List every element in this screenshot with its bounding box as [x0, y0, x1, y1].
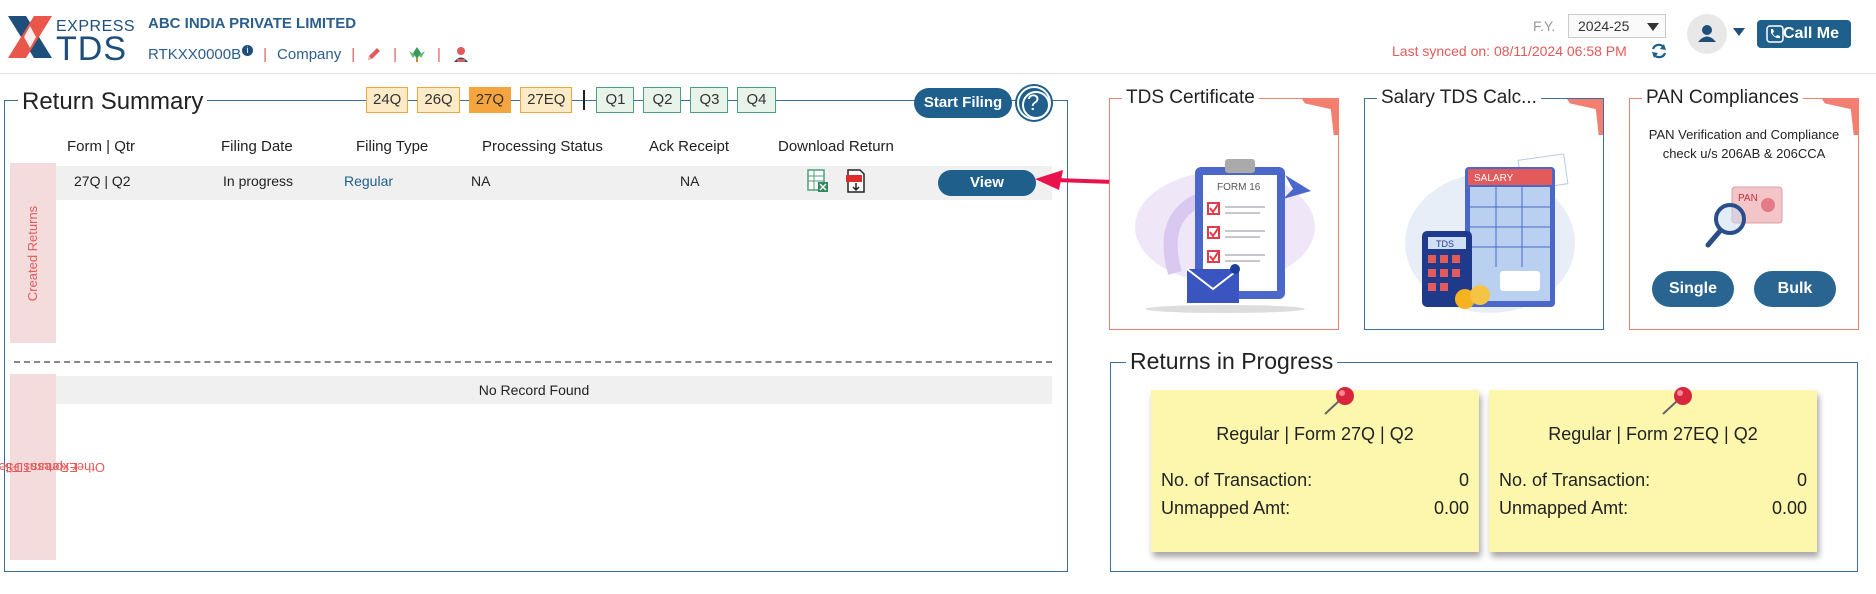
returns-in-progress-title: Returns in Progress [1126, 348, 1338, 375]
phone-icon [1766, 25, 1784, 43]
tds-badge-text: TDS [1436, 239, 1454, 249]
tab-form-26q[interactable]: 26Q [417, 87, 460, 113]
fy-select[interactable]: 2024-25 [1568, 14, 1666, 38]
unmapped-amount-label: Unmapped Amt: [1161, 498, 1291, 518]
fy-selected-value: 2024-25 [1578, 18, 1630, 34]
tab-quarter-q4[interactable]: Q4 [737, 87, 776, 113]
logo-mark-icon [8, 16, 52, 58]
salary-illustration-text: SALARY [1474, 173, 1514, 184]
tab-quarter-q1[interactable]: Q1 [596, 87, 635, 113]
logo-text-bottom: TDS [56, 30, 127, 68]
salary-calculator-illustration: SALARY TDS [1405, 153, 1575, 313]
tab-form-24q[interactable]: 24Q [366, 87, 409, 113]
transaction-count-value: 0 [1458, 470, 1469, 490]
row-form-qtr: 27Q | Q2 [74, 173, 131, 189]
no-record-text: No Record Found [478, 382, 590, 398]
pan-card-text: PAN [1738, 193, 1758, 204]
pdf-download-icon[interactable] [844, 168, 868, 194]
salary-tds-calc-title: Salary TDS Calc... [1377, 87, 1541, 109]
tab-quarter-q3[interactable]: Q3 [690, 87, 729, 113]
separator: | [393, 45, 398, 63]
table-row [56, 166, 1052, 200]
form16-clipboard-illustration: FORM 16 [1135, 159, 1315, 313]
call-me-label: Call Me [1782, 25, 1839, 42]
unmapped-amount-value: 0.00 [1433, 498, 1469, 518]
pan-single-button[interactable]: Single [1652, 271, 1734, 307]
entity-type: Company [277, 45, 342, 63]
column-header-download-return: Download Return [778, 138, 894, 155]
row-filing-date: In progress [223, 173, 294, 189]
salary-tds-calc-card[interactable]: Salary TDS Calc... SALARY TDS [1364, 87, 1604, 330]
tab-quarter-q2[interactable]: Q2 [643, 87, 682, 113]
company-meta-row: RTKXX0000B i | Company | | | [148, 44, 471, 64]
edit-icon[interactable] [365, 45, 383, 63]
pan-bulk-button[interactable]: Bulk [1754, 271, 1836, 307]
tab-divider [583, 90, 586, 110]
unmapped-amount-value: 0.00 [1771, 498, 1807, 518]
form-tabs: 24Q 26Q 27Q 27EQ Q1 Q2 Q3 Q4 [366, 87, 776, 113]
chevron-down-icon[interactable] [1733, 28, 1745, 36]
column-header-ack-receipt: Ack Receipt [649, 138, 730, 155]
separator: | [263, 45, 268, 63]
separator: | [351, 45, 356, 63]
column-header-processing-status: Processing Status [482, 138, 603, 155]
pan-compliances-title: PAN Compliances [1642, 87, 1803, 109]
tan-number: RTKXX0000B i [148, 45, 254, 63]
app-header: EXPRESS TDS ABC INDIA PRIVATE LIMITED RT… [0, 0, 1876, 74]
tds-certificate-title: TDS Certificate [1122, 87, 1259, 109]
call-me-button[interactable]: Call Me [1757, 20, 1851, 48]
user-settings-icon[interactable] [451, 44, 471, 64]
return-summary-title: Return Summary [18, 88, 208, 116]
start-filing-button[interactable]: Start Filing [914, 88, 1012, 118]
other-returns-label-line2: ExpressTDS [4, 460, 78, 475]
leaf-icon[interactable] [407, 45, 427, 63]
pan-compliances-description: PAN Verification and Compliance check u/… [1648, 127, 1840, 161]
row-ack-receipt: NA [680, 173, 700, 189]
fy-label: F.Y. [1533, 18, 1556, 34]
progress-card[interactable]: Regular | Form 27EQ | Q2 No. of Transact… [1489, 387, 1817, 552]
created-returns-label: Created Returns [25, 205, 41, 301]
express-tds-logo[interactable]: EXPRESS TDS [8, 16, 135, 66]
tds-certificate-card[interactable]: TDS Certificate FORM 16 [1109, 87, 1339, 330]
chevron-down-icon [1647, 23, 1659, 31]
tab-form-27q[interactable]: 27Q [468, 87, 512, 113]
excel-download-icon[interactable] [806, 168, 830, 194]
help-icon: ? [1027, 90, 1040, 115]
progress-card-title: Regular | Form 27EQ | Q2 [1548, 424, 1758, 444]
column-header-filing-date: Filing Date [221, 138, 293, 155]
column-header-form-qtr: Form | Qtr [67, 138, 136, 155]
form16-illustration-text: FORM 16 [1217, 182, 1261, 193]
info-icon[interactable]: i [242, 45, 254, 56]
section-divider [14, 361, 1052, 363]
pushpin-icon [1324, 387, 1354, 415]
progress-card-title: Regular | Form 27Q | Q2 [1216, 424, 1414, 444]
company-name: ABC INDIA PRIVATE LIMITED [148, 15, 357, 32]
help-button[interactable]: ? [1017, 86, 1051, 120]
pan-compliances-card: PAN Compliances PAN Verification and Com… [1629, 87, 1859, 330]
pushpin-icon [1662, 387, 1692, 415]
transaction-count-value: 0 [1796, 470, 1807, 490]
progress-card[interactable]: Regular | Form 27Q | Q2 No. of Transacti… [1151, 387, 1479, 552]
row-filing-type[interactable]: Regular [344, 173, 393, 189]
separator: | [437, 45, 441, 63]
last-synced-text: Last synced on: 08/11/2024 06:58 PM [1392, 43, 1627, 59]
view-return-button[interactable]: View [938, 170, 1036, 196]
user-avatar-button[interactable] [1687, 14, 1727, 54]
column-header-filing-type: Filing Type [356, 138, 429, 155]
other-returns-label: Other Returns Filed outsideExpressTDS [0, 374, 104, 560]
download-return-icons [806, 168, 868, 194]
sync-icon[interactable] [1649, 41, 1669, 61]
pan-magnifier-illustration: PAN [1705, 186, 1783, 248]
transaction-count-label: No. of Transaction: [1499, 470, 1651, 490]
row-processing-status: NA [471, 173, 491, 189]
unmapped-amount-label: Unmapped Amt: [1499, 498, 1629, 518]
transaction-count-label: No. of Transaction: [1161, 470, 1313, 490]
user-icon [1698, 25, 1716, 42]
tab-form-27eq[interactable]: 27EQ [520, 87, 573, 113]
